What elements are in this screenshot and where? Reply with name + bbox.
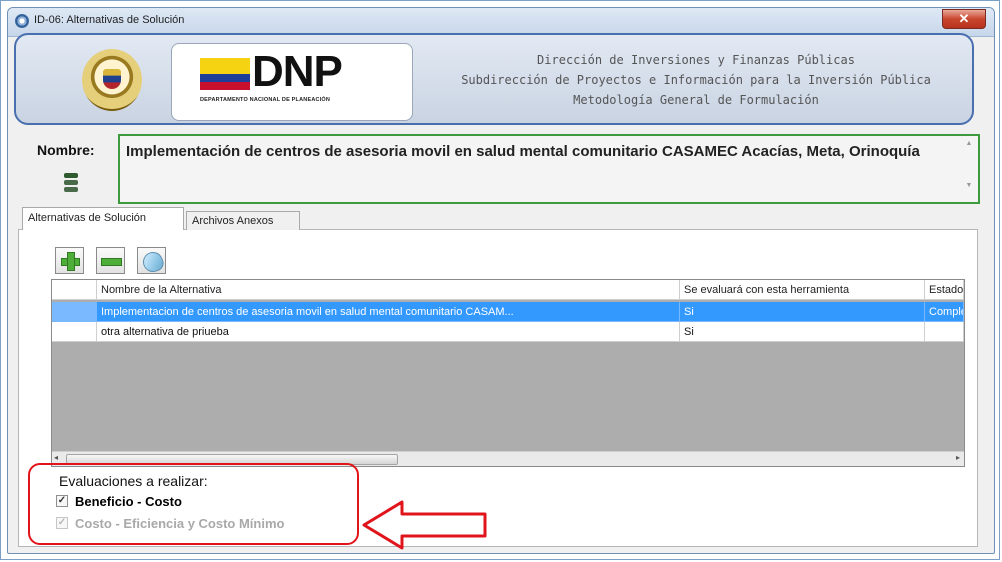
dnp-logo-subtitle: DEPARTAMENTO NACIONAL DE PLANEACIÓN <box>200 97 331 103</box>
edit-alternative-button[interactable] <box>137 247 166 275</box>
table-row[interactable]: otra alternativa de priueba Si <box>52 322 964 342</box>
column-header-nombre[interactable]: Nombre de la Alternativa <box>97 280 680 300</box>
row-header[interactable] <box>52 302 97 322</box>
close-button[interactable]: ✕ <box>942 9 986 29</box>
grid-header: Nombre de la Alternativa Se evaluará con… <box>52 280 964 300</box>
beneficio-costo-checkbox[interactable]: ✓ <box>56 495 68 507</box>
cell-nombre[interactable]: otra alternativa de priueba <box>97 322 680 342</box>
cell-evaluara[interactable]: Si <box>680 302 925 322</box>
add-alternative-button[interactable] <box>55 247 84 274</box>
dnp-logo: DNP DEPARTAMENTO NACIONAL DE PLANEACIÓN <box>171 43 413 121</box>
cell-estado[interactable]: Completo <box>925 302 964 322</box>
banner-line-direccion: Dirección de Inversiones y Finanzas Públ… <box>537 53 855 67</box>
scroll-left-arrow-icon[interactable]: ◂ <box>54 453 58 462</box>
costo-eficiencia-label: Costo - Eficiencia y Costo Mínimo <box>75 516 285 531</box>
red-arrow-icon <box>362 500 487 550</box>
colombia-flag-icon <box>200 58 250 90</box>
costo-eficiencia-checkbox: ✓ <box>56 517 68 529</box>
row-header[interactable] <box>52 322 97 342</box>
nombre-field[interactable]: Implementación de centros de asesoria mo… <box>118 134 980 204</box>
column-header-evaluara[interactable]: Se evaluará con esta herramienta <box>680 280 925 300</box>
nombre-label: Nombre: <box>37 142 95 158</box>
app-icon <box>15 14 29 28</box>
cell-evaluara[interactable]: Si <box>680 322 925 342</box>
column-header-estado[interactable]: Estado <box>925 280 964 300</box>
header-banner: DNP DEPARTAMENTO NACIONAL DE PLANEACIÓN … <box>14 33 974 125</box>
cell-estado[interactable] <box>925 322 964 342</box>
window-title: ID-06: Alternativas de Solución <box>34 14 185 26</box>
tab-archivos-anexos[interactable]: Archivos Anexos <box>186 211 300 230</box>
nombre-scrollbar[interactable]: ▲ ▼ <box>964 140 974 198</box>
tab-alternativas[interactable]: Alternativas de Solución <box>22 207 184 230</box>
edit-icon <box>140 249 166 275</box>
banner-heading: Dirección de Inversiones y Finanzas Públ… <box>436 50 956 110</box>
traffic-light-icon <box>64 173 78 197</box>
banner-line-metodologia: Metodología General de Formulación <box>573 93 819 107</box>
minus-icon <box>101 258 122 266</box>
beneficio-costo-label: Beneficio - Costo <box>75 494 182 509</box>
colombia-seal-logo <box>82 49 142 111</box>
remove-alternative-button[interactable] <box>96 247 125 274</box>
banner-line-subdireccion: Subdirección de Proyectos e Información … <box>461 73 931 87</box>
scroll-right-arrow-icon[interactable]: ▸ <box>956 453 960 462</box>
nombre-value: Implementación de centros de asesoria mo… <box>126 143 920 160</box>
dnp-logo-text: DNP <box>252 47 343 96</box>
cell-nombre[interactable]: Implementacion de centros de asesoria mo… <box>97 302 680 322</box>
table-row[interactable]: Implementacion de centros de asesoria mo… <box>52 302 964 322</box>
evaluaciones-title: Evaluaciones a realizar: <box>59 473 208 489</box>
alternatives-grid: Nombre de la Alternativa Se evaluará con… <box>51 279 965 467</box>
row-header-corner <box>52 280 97 300</box>
